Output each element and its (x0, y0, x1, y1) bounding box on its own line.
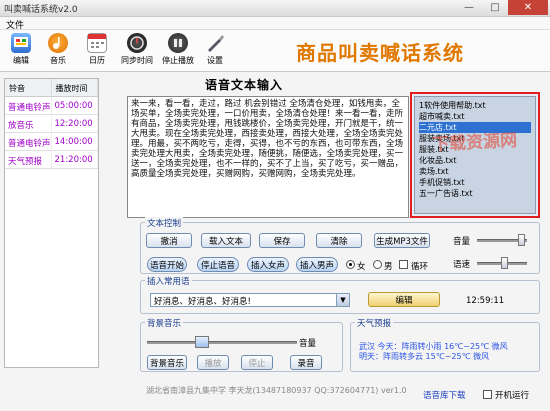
window-title: 叫卖喊话系统v2.0 (4, 5, 78, 15)
toolbar-calendar-label: 日历 (89, 56, 105, 65)
ringtone-time: 12:20:00 (52, 115, 98, 132)
female-label: 女 (357, 262, 366, 272)
weather-tomorrow: 明天：阵雨转多云 15℃~25℃ 微风 (359, 352, 490, 361)
stop-play-icon (168, 33, 188, 53)
music-icon (48, 33, 68, 53)
phrase-select-value: 好消息、好消息、好消息! (154, 297, 251, 307)
save-button[interactable]: 保存 (259, 233, 305, 248)
ringtone-table: 铃音 播放时间 普通电铃声 05:00:00 放音乐 12:20:00 普通电铃… (4, 78, 99, 368)
voice-stop-button[interactable]: 停止语音 (197, 257, 239, 272)
generate-mp3-button[interactable]: 生成MP3文件 (374, 233, 430, 248)
insert-female-button[interactable]: 插入女声 (247, 257, 289, 272)
table-row[interactable]: 放音乐 12:20:00 (5, 115, 98, 133)
phrase-select[interactable]: 好消息、好消息、好消息! ▼ (150, 293, 350, 307)
table-row[interactable]: 普通电铃声 14:00:00 (5, 133, 98, 151)
loop-checkbox[interactable] (399, 260, 408, 269)
sync-time-icon (127, 33, 147, 53)
settings-icon (205, 33, 225, 53)
toolbar-sync-time-label: 同步时间 (121, 56, 153, 65)
list-item[interactable]: 超市喊卖.txt (419, 111, 531, 122)
phrase-edit-button[interactable]: 编辑 (368, 292, 440, 307)
voice-text-title: 语音文本输入 (205, 78, 284, 92)
ringtone-name: 天气预报 (5, 151, 52, 168)
voice-start-button[interactable]: 语音开始 (147, 257, 187, 272)
ringtone-time: 05:00:00 (52, 97, 98, 114)
toolbar: 编辑 音乐 日历 同步时间 停止播放 设置 商品叫卖喊话系统 (0, 30, 550, 72)
speed-slider[interactable] (477, 257, 527, 269)
volume-slider[interactable] (477, 234, 527, 246)
text-control-group: 文本控制 撤消 载入文本 保存 清除 生成MP3文件 音量 语音开始 停止语音 … (140, 217, 540, 274)
clear-button[interactable]: 清除 (316, 233, 362, 248)
music-volume-label: 音量 (299, 339, 317, 349)
weather-group: 天气预报 武汉 今天：阵雨转小雨 16℃~25℃ 微风 明天：阵雨转多云 15℃… (350, 317, 540, 372)
list-item[interactable]: 五一广告语.txt (419, 188, 531, 199)
text-control-title: 文本控制 (145, 217, 184, 229)
app-title: 商品叫卖喊话系统 (296, 41, 464, 65)
list-item[interactable]: 1软件使用帮助.txt (419, 100, 531, 111)
background-music-title: 背景音乐 (145, 317, 184, 329)
cancel-button[interactable]: 撤消 (146, 233, 192, 248)
toolbar-music-button[interactable]: 音乐 (41, 32, 75, 70)
table-row[interactable]: 普通电铃声 05:00:00 (5, 97, 98, 115)
toolbar-edit-button[interactable]: 编辑 (4, 32, 38, 70)
list-item[interactable]: 化妆品.txt (419, 155, 531, 166)
music-volume-slider[interactable] (147, 336, 297, 348)
list-item[interactable]: 手机促销.txt (419, 177, 531, 188)
male-radio[interactable] (373, 260, 382, 269)
toolbar-music-label: 音乐 (50, 56, 66, 65)
clock-display: 12:59:11 (466, 296, 505, 306)
speed-label: 语速 (453, 260, 471, 270)
ringtone-name: 普通电铃声 (5, 133, 52, 150)
toolbar-calendar-button[interactable]: 日历 (80, 32, 114, 70)
window-controls: — □ ✕ (456, 0, 548, 16)
calendar-icon (87, 33, 107, 53)
phrase-title: 插入常用语 (145, 275, 192, 287)
column-header-time: 播放时间 (52, 79, 98, 96)
edit-icon (11, 33, 31, 53)
maximize-button[interactable]: □ (482, 0, 508, 15)
table-header: 铃音 播放时间 (5, 79, 98, 97)
autostart-label: 开机运行 (495, 391, 530, 401)
toolbar-stop-play-label: 停止播放 (162, 56, 194, 65)
loop-label: 循环 (411, 262, 429, 272)
stop-button[interactable]: 停止 (241, 355, 273, 370)
list-item[interactable]: 卖场.txt (419, 166, 531, 177)
toolbar-settings-button[interactable]: 设置 (198, 32, 232, 70)
file-list-frame: 1软件使用帮助.txt 超市喊卖.txt 二元店.txt 服装卖场.txt 服装… (410, 92, 540, 218)
music-volume-slider-knob[interactable] (195, 336, 209, 348)
weather-title: 天气预报 (355, 317, 394, 329)
watermark: 下载资源网 (431, 130, 518, 156)
table-row[interactable]: 天气预报 21:20:00 (5, 151, 98, 169)
ringtone-time: 21:20:00 (52, 151, 98, 168)
toolbar-edit-label: 编辑 (13, 56, 29, 65)
toolbar-settings-label: 设置 (207, 56, 223, 65)
ringtone-name: 普通电铃声 (5, 97, 52, 114)
minimize-button[interactable]: — (456, 0, 482, 15)
toolbar-stop-play-button[interactable]: 停止播放 (161, 32, 195, 70)
female-radio[interactable] (346, 260, 355, 269)
record-button[interactable]: 录音 (290, 355, 322, 370)
background-music-button[interactable]: 背景音乐 (147, 355, 187, 370)
voice-text-input[interactable]: 来一来，看一看，走过，路过 机会别错过 全场清仓处理，如钱甩卖，全场买单，全场卖… (127, 96, 409, 218)
background-music-group: 背景音乐 音量 背景音乐 播放 停止 录音 (140, 317, 343, 372)
play-button[interactable]: 播放 (197, 355, 229, 370)
speed-slider-knob[interactable] (501, 257, 508, 269)
load-text-button[interactable]: 载入文本 (201, 233, 251, 248)
menu-bar: 文件 (0, 17, 550, 31)
voice-library-download-link[interactable]: 语音库下载 (423, 389, 466, 401)
footer-credit: 湖北省南漳县九集中学 李天龙(13487180937 QQ:372604771)… (146, 386, 407, 395)
male-label: 男 (384, 262, 393, 272)
insert-male-button[interactable]: 插入男声 (296, 257, 338, 272)
title-bar: 叫卖喊话系统v2.0 — □ ✕ (0, 0, 550, 17)
column-header-ringtone: 铃音 (5, 79, 52, 96)
volume-label: 音量 (453, 237, 471, 247)
volume-slider-knob[interactable] (518, 234, 525, 246)
chevron-down-icon[interactable]: ▼ (336, 294, 349, 306)
ringtone-name: 放音乐 (5, 115, 52, 132)
toolbar-sync-time-button[interactable]: 同步时间 (120, 32, 154, 70)
ringtone-time: 14:00:00 (52, 133, 98, 150)
autostart-checkbox[interactable] (483, 390, 492, 399)
close-button[interactable]: ✕ (508, 0, 548, 15)
